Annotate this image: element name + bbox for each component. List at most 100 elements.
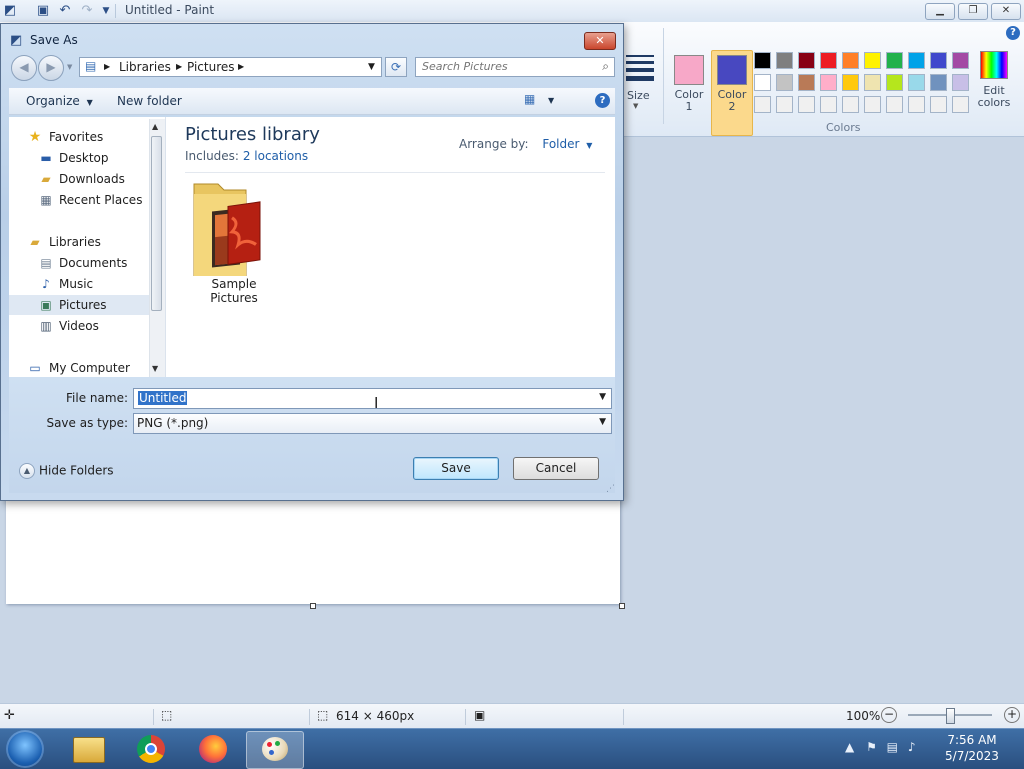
- arrange-by-dropdown[interactable]: Folder: [542, 137, 579, 151]
- save-as-type-select[interactable]: PNG (*.png) ▼: [133, 413, 612, 434]
- resize-grip-icon[interactable]: ⋰: [606, 484, 615, 494]
- palette-color-swatch[interactable]: [930, 74, 947, 91]
- save-as-type-dropdown-icon[interactable]: ▼: [599, 417, 606, 427]
- palette-color-swatch[interactable]: [886, 52, 903, 69]
- palette-color-swatch[interactable]: [864, 52, 881, 69]
- nav-desktop[interactable]: ▬ Desktop: [9, 148, 149, 168]
- paint-app-icon[interactable]: ◩: [2, 3, 18, 19]
- customize-qat-icon[interactable]: ▼: [98, 3, 114, 19]
- breadcrumb-separator-icon[interactable]: ▶: [238, 62, 244, 71]
- palette-color-swatch[interactable]: [776, 96, 793, 113]
- nav-videos[interactable]: ▥ Videos: [9, 316, 149, 336]
- nav-music[interactable]: ♪ Music: [9, 274, 149, 294]
- palette-color-swatch[interactable]: [820, 74, 837, 91]
- show-hidden-icons-icon[interactable]: ▲: [845, 740, 854, 754]
- nav-favorites[interactable]: ★ Favorites: [9, 127, 149, 147]
- close-button[interactable]: ✕: [991, 3, 1021, 20]
- network-icon[interactable]: ▤: [887, 740, 898, 754]
- dialog-close-button[interactable]: ✕: [584, 32, 616, 50]
- taskbar-chrome[interactable]: [123, 731, 179, 767]
- new-folder-button[interactable]: New folder: [117, 94, 182, 108]
- view-options-dropdown-icon[interactable]: ▼: [548, 96, 554, 105]
- address-bar[interactable]: ▤ ▶ Libraries ▶ Pictures ▶ ▼: [79, 57, 382, 77]
- palette-color-swatch[interactable]: [908, 96, 925, 113]
- redo-icon[interactable]: ↷: [79, 3, 95, 19]
- palette-color-swatch[interactable]: [864, 96, 881, 113]
- organize-button[interactable]: Organize ▼: [26, 94, 93, 108]
- zoom-slider-thumb[interactable]: [946, 708, 955, 724]
- hide-folders-button[interactable]: ▲ Hide Folders: [19, 463, 114, 479]
- palette-color-swatch[interactable]: [952, 52, 969, 69]
- color2-button[interactable]: Color 2: [711, 50, 753, 136]
- volume-icon[interactable]: ♪: [908, 740, 916, 754]
- nav-downloads[interactable]: ▰ Downloads: [9, 169, 149, 189]
- save-icon[interactable]: ▣: [35, 3, 51, 19]
- scroll-down-icon[interactable]: ▼: [152, 364, 158, 373]
- refresh-button[interactable]: ⟳: [385, 57, 407, 77]
- palette-color-swatch[interactable]: [886, 74, 903, 91]
- save-button[interactable]: Save: [413, 457, 499, 480]
- nav-recent-places[interactable]: ▦ Recent Places: [9, 190, 149, 210]
- includes-locations-link[interactable]: 2 locations: [243, 149, 308, 163]
- start-button[interactable]: [6, 730, 44, 768]
- palette-color-swatch[interactable]: [864, 74, 881, 91]
- undo-icon[interactable]: ↶: [57, 3, 73, 19]
- size-lines-icon[interactable]: [626, 55, 654, 85]
- restore-button[interactable]: ❐: [958, 3, 988, 20]
- nav-scrollbar-thumb[interactable]: [151, 136, 162, 311]
- forward-button[interactable]: ▶: [38, 55, 64, 81]
- breadcrumb-pictures[interactable]: Pictures: [187, 60, 235, 74]
- search-box[interactable]: ⌕: [415, 57, 615, 77]
- palette-color-swatch[interactable]: [820, 96, 837, 113]
- taskbar-clock[interactable]: 7:56 AM 5/7/2023: [942, 732, 1002, 764]
- size-dropdown-arrow-icon[interactable]: ▼: [633, 102, 638, 110]
- search-input[interactable]: [422, 60, 592, 73]
- palette-color-swatch[interactable]: [754, 74, 771, 91]
- nav-libraries[interactable]: ▰ Libraries: [9, 232, 149, 252]
- arrange-dropdown-icon[interactable]: ▼: [586, 141, 592, 150]
- file-name-value[interactable]: Untitled: [138, 391, 188, 405]
- palette-color-swatch[interactable]: [842, 96, 859, 113]
- taskbar-paint[interactable]: [246, 731, 304, 769]
- change-view-icon[interactable]: ▦: [524, 92, 535, 106]
- back-button[interactable]: ◀: [11, 55, 37, 81]
- recent-locations-icon[interactable]: ▼: [67, 63, 72, 71]
- palette-color-swatch[interactable]: [798, 52, 815, 69]
- nav-my-computer[interactable]: ▭ My Computer: [9, 358, 149, 378]
- taskbar-firefox[interactable]: [185, 731, 241, 767]
- canvas-resize-handle-bottom[interactable]: [310, 603, 316, 609]
- zoom-out-icon[interactable]: −: [881, 707, 897, 723]
- nav-pictures[interactable]: ▣ Pictures: [9, 295, 149, 315]
- edit-colors-button[interactable]: Edit colors: [977, 51, 1011, 109]
- scroll-up-icon[interactable]: ▲: [152, 122, 158, 131]
- nav-documents[interactable]: ▤ Documents: [9, 253, 149, 273]
- zoom-in-icon[interactable]: +: [1004, 707, 1020, 723]
- palette-color-swatch[interactable]: [754, 96, 771, 113]
- file-name-dropdown-icon[interactable]: ▼: [599, 392, 606, 402]
- search-icon[interactable]: ⌕: [602, 59, 609, 74]
- color1-button[interactable]: Color 1: [669, 51, 709, 135]
- palette-color-swatch[interactable]: [908, 52, 925, 69]
- canvas-resize-handle-corner[interactable]: [619, 603, 625, 609]
- file-name-field[interactable]: Untitled ▼: [133, 388, 612, 409]
- palette-color-swatch[interactable]: [886, 96, 903, 113]
- palette-color-swatch[interactable]: [820, 52, 837, 69]
- palette-color-swatch[interactable]: [754, 52, 771, 69]
- palette-color-swatch[interactable]: [798, 74, 815, 91]
- dialog-help-icon[interactable]: ?: [595, 93, 610, 108]
- palette-color-swatch[interactable]: [952, 74, 969, 91]
- palette-color-swatch[interactable]: [798, 96, 815, 113]
- cancel-button[interactable]: Cancel: [513, 457, 599, 480]
- ribbon-help-icon[interactable]: ?: [1006, 26, 1020, 40]
- palette-color-swatch[interactable]: [776, 74, 793, 91]
- palette-color-swatch[interactable]: [930, 52, 947, 69]
- palette-color-swatch[interactable]: [776, 52, 793, 69]
- sample-pictures-folder[interactable]: Sample Pictures: [188, 178, 280, 305]
- address-dropdown-icon[interactable]: ▼: [368, 62, 375, 72]
- palette-color-swatch[interactable]: [842, 74, 859, 91]
- taskbar-explorer[interactable]: [61, 731, 117, 767]
- palette-color-swatch[interactable]: [842, 52, 859, 69]
- breadcrumb-separator-icon[interactable]: ▶: [176, 62, 182, 71]
- palette-color-swatch[interactable]: [930, 96, 947, 113]
- minimize-button[interactable]: ▁: [925, 3, 955, 20]
